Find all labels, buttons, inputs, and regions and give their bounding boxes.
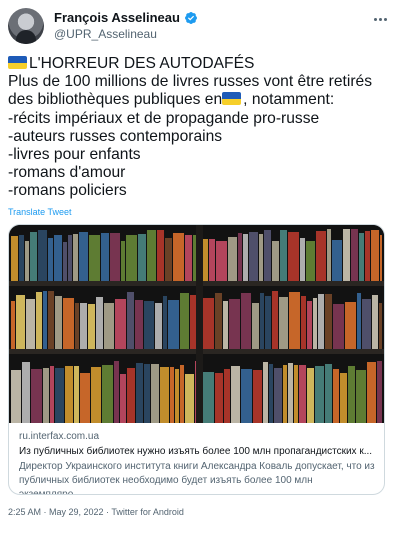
link-card[interactable]: ru.interfax.com.ua Из публичных библиоте… (8, 224, 385, 495)
bookshelf-photo (9, 225, 384, 423)
tweet-timestamp[interactable]: 2:25 AM · May 29, 2022 · Twitter for And… (8, 507, 184, 517)
tweet-line-1: Plus de 100 millions de livres russes vo… (8, 73, 373, 91)
translate-tweet-link[interactable]: Translate Tweet (8, 207, 72, 217)
tweet-title-line: L'HORREUR DES AUTODAFÉS (8, 55, 398, 73)
author-name[interactable]: François Asselineau (54, 10, 180, 25)
tweet-line-2a: des bibliothèques publiques en (8, 91, 223, 109)
more-horizontal-icon[interactable] (370, 12, 390, 26)
tweet-list-item: -auteurs russes contemporains (8, 127, 223, 145)
tweet-list-item: -romans d'amour (8, 164, 126, 182)
author-handle[interactable]: @UPR_Asselineau (54, 27, 157, 41)
card-description-1: Директор Украинского института книги Але… (19, 461, 375, 472)
card-description-2: публичных библиотек необходимо будет изъ… (19, 475, 313, 495)
tweet-list-item: -romans policiers (8, 182, 127, 200)
avatar[interactable] (8, 8, 44, 44)
card-meta: ru.interfax.com.ua Из публичных библиоте… (19, 430, 377, 495)
card-title: Из публичных библиотек нужно изъять боле… (19, 446, 373, 457)
ukraine-flag-icon (222, 92, 242, 106)
ukraine-flag-icon (8, 56, 27, 69)
card-domain: ru.interfax.com.ua (19, 431, 100, 442)
tweet-line-2b: , notamment: (243, 91, 335, 109)
tweet-text: L'HORREUR DES AUTODAFÉS Plus de 100 mill… (8, 55, 398, 201)
author-name-row: François Asselineau (54, 10, 198, 25)
tweet-list-item: -récits impériaux et de propagande pro-r… (8, 109, 320, 127)
verified-badge-icon (184, 11, 197, 24)
tweet-header: François Asselineau @UPR_Asselineau (8, 8, 396, 44)
tweet-line-2: des bibliothèques publiques en , notammen… (8, 91, 398, 109)
tweet-title: L'HORREUR DES AUTODAFÉS (29, 55, 255, 72)
tweet-list-item: -livres pour enfants (8, 146, 141, 164)
card-image[interactable] (9, 225, 384, 423)
